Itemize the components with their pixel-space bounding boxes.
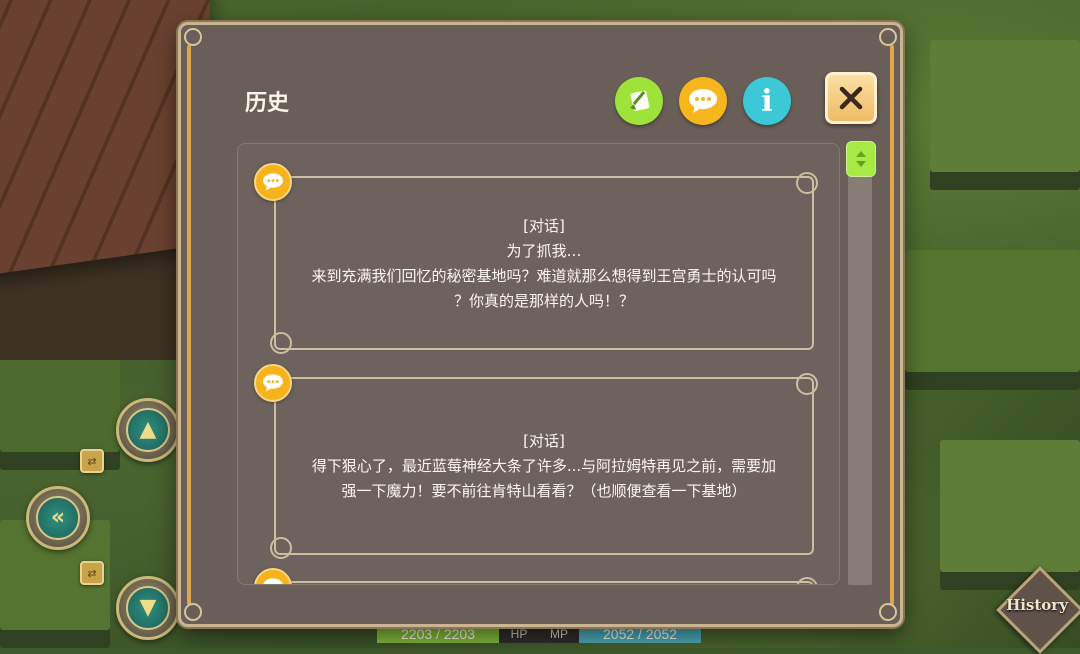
panel-rail-right: [890, 45, 894, 605]
list-item: [对话] 为了抓我… 来到充满我们回忆的秘密基地吗？难道就那么想得到王宫勇士的认…: [254, 163, 818, 354]
history-panel: 历史 i [对话] 为了抓我… 来到充满我们回忆的秘密基地吗？难道就那么想得到王…: [178, 22, 903, 627]
filter-chat-button[interactable]: [679, 77, 727, 125]
scrollbar-thumb[interactable]: [846, 141, 876, 177]
panel-corner-ornament: [879, 603, 897, 621]
entry-text: [对话] 为了抓我… 来到充满我们回忆的秘密基地吗？难道就那么想得到王宫勇士的认…: [274, 214, 814, 314]
chat-icon: [689, 89, 717, 113]
chat-bubble-icon: [254, 568, 292, 584]
chat-bubble-icon: [254, 163, 292, 201]
entry-line: ？你真的是那样的人吗！？: [453, 292, 634, 310]
swap-skill-icon[interactable]: ⇄: [80, 449, 104, 473]
swap-skill-icon[interactable]: ⇄: [80, 561, 104, 585]
entry-line: 为了抓我…: [506, 242, 582, 260]
close-icon: [839, 86, 863, 110]
close-button[interactable]: [825, 72, 877, 124]
entry-line: 强一下魔力！要不前往肯特山看看？（也顺便查看一下基地）: [341, 482, 747, 500]
panel-title: 历史: [245, 91, 290, 116]
scrollbar-track[interactable]: [848, 147, 872, 585]
skill-down-button[interactable]: ▼: [116, 576, 180, 640]
scroll-arrows-icon: [856, 151, 866, 167]
panel-corner-ornament: [184, 28, 202, 46]
list-item: [254, 568, 818, 584]
skill-up-button[interactable]: ▲: [116, 398, 180, 462]
info-icon: i: [761, 83, 773, 119]
hp-mp-bar: 2203 / 2203 HP MP 2052 / 2052: [377, 625, 701, 643]
entry-type-label: [对话]: [523, 432, 565, 450]
panel-corner-ornament: [879, 28, 897, 46]
entry-type-label: [对话]: [523, 217, 565, 235]
hp-value: 2203 / 2203: [377, 625, 499, 643]
panel-rail-left: [187, 45, 191, 605]
note-icon: [630, 90, 650, 111]
history-list[interactable]: [对话] 为了抓我… 来到充满我们回忆的秘密基地吗？难道就那么想得到王宫勇士的认…: [237, 143, 840, 585]
filter-note-button[interactable]: [615, 77, 663, 125]
mp-value: 2052 / 2052: [579, 625, 701, 643]
hp-label: HP: [499, 625, 539, 643]
history-button-label: History: [1006, 596, 1068, 614]
entry-line: 得下狠心了，最近蓝莓神经大条了许多...与阿拉姆特再见之前，需要加: [311, 457, 777, 475]
terrain-block: [905, 250, 1080, 390]
mp-label: MP: [539, 625, 579, 643]
chat-bubble-icon: [254, 364, 292, 402]
panel-corner-ornament: [184, 603, 202, 621]
entry-line: 来到充满我们回忆的秘密基地吗？难道就那么想得到王宫勇士的认可吗: [311, 267, 777, 285]
skill-left-button[interactable]: «: [26, 486, 90, 550]
entry-text: [对话] 得下狠心了，最近蓝莓神经大条了许多...与阿拉姆特再见之前，需要加 强…: [274, 429, 814, 504]
chevron-down-icon: ▼: [126, 586, 170, 630]
history-button[interactable]: History: [996, 566, 1080, 654]
entry-frame: [274, 577, 818, 584]
terrain-block: [930, 40, 1080, 190]
info-button[interactable]: i: [743, 77, 791, 125]
list-item: [对话] 得下狠心了，最近蓝莓神经大条了许多...与阿拉姆特再见之前，需要加 强…: [254, 364, 818, 559]
chevron-left-icon: «: [36, 496, 80, 540]
chevron-up-icon: ▲: [126, 408, 170, 452]
